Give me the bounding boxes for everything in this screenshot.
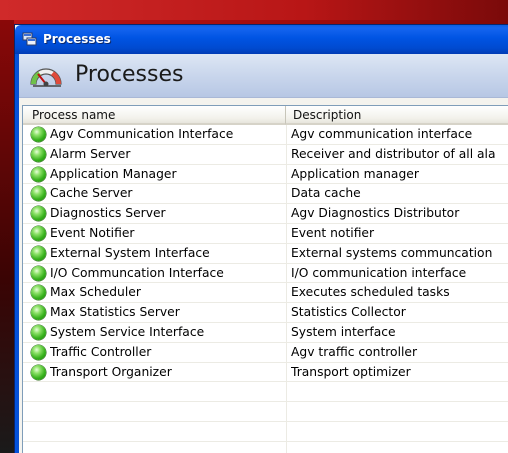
table-row[interactable]: System Service Interface System interfac…: [23, 323, 508, 343]
process-name: Event Notifier: [50, 225, 135, 240]
status-running-icon: [31, 285, 46, 301]
status-running-icon: [31, 146, 46, 162]
status-running-icon: [31, 127, 46, 142]
process-name: Max Statistics Server: [50, 305, 180, 320]
processes-window: Processes Processes Process name Descrip…: [14, 24, 508, 453]
status-running-icon: [31, 324, 46, 340]
process-name: Application Manager: [50, 166, 177, 181]
table-row[interactable]: Max Statistics Server Statistics Collect…: [23, 303, 508, 323]
status-running-icon: [31, 166, 46, 182]
table-row[interactable]: Traffic Controller Agv traffic controlle…: [23, 343, 508, 363]
status-running-icon: [31, 265, 46, 281]
window-title: Processes: [43, 32, 111, 46]
table-row[interactable]: I/O Communcation Interface I/O communica…: [23, 264, 508, 284]
column-header-process-name[interactable]: Process name: [23, 106, 286, 125]
process-name: Alarm Server: [50, 146, 131, 161]
status-running-icon: [31, 225, 46, 241]
window-titlebar[interactable]: Processes: [15, 25, 508, 54]
status-running-icon: [31, 305, 46, 321]
desktop-background: Processes Processes Process name Descrip…: [0, 0, 508, 453]
table-row-empty: [23, 422, 508, 442]
process-description: System interface: [291, 324, 396, 339]
table-row[interactable]: Alarm Server Receiver and distributor of…: [23, 145, 508, 165]
process-name: Traffic Controller: [50, 344, 152, 359]
process-name: I/O Communcation Interface: [50, 265, 224, 280]
header-band: Processes: [19, 54, 508, 98]
process-description: I/O communication interface: [291, 265, 467, 280]
window-frame-left: [15, 54, 19, 453]
process-description: Receiver and distributor of all ala: [291, 146, 496, 161]
process-description: Application manager: [291, 166, 419, 181]
table-row-empty: [23, 402, 508, 422]
process-description: Event notifier: [291, 225, 375, 240]
status-running-icon: [31, 186, 46, 202]
table-row[interactable]: Diagnostics Server Agv Diagnostics Distr…: [23, 204, 508, 224]
table-row[interactable]: Transport Organizer Transport optimizer: [23, 363, 508, 383]
process-rows: Agv Communication Interface Agv communic…: [23, 125, 508, 453]
process-description: Agv traffic controller: [291, 344, 418, 359]
process-description: External systems communcation: [291, 245, 493, 260]
gauge-icon: [29, 62, 63, 88]
window-app-icon[interactable]: [22, 31, 38, 47]
table-row[interactable]: Application Manager Application manager: [23, 165, 508, 185]
process-description: Data cache: [291, 186, 361, 201]
process-description: Transport optimizer: [291, 364, 411, 379]
page-title: Processes: [75, 62, 184, 87]
table-row[interactable]: External System Interface External syste…: [23, 244, 508, 264]
process-name: External System Interface: [50, 245, 210, 260]
table-row[interactable]: Cache Server Data cache: [23, 184, 508, 205]
process-list[interactable]: Process name Description Agv Communicati…: [22, 105, 508, 453]
process-description: Agv communication interface: [291, 127, 473, 141]
table-row[interactable]: Max Scheduler Executes scheduled tasks: [23, 283, 508, 304]
status-running-icon: [31, 206, 46, 222]
process-description: Executes scheduled tasks: [291, 285, 450, 300]
process-name: Cache Server: [50, 186, 133, 201]
status-running-icon: [31, 364, 46, 380]
desktop-top-band: [0, 0, 508, 20]
table-row[interactable]: Event Notifier Event notifier: [23, 224, 508, 244]
process-description: Statistics Collector: [291, 305, 406, 320]
process-name: Agv Communication Interface: [50, 127, 234, 141]
table-row[interactable]: Agv Communication Interface Agv communic…: [23, 125, 508, 145]
process-name: Diagnostics Server: [50, 206, 166, 221]
status-running-icon: [31, 245, 46, 261]
process-name: System Service Interface: [50, 324, 205, 339]
process-description: Agv Diagnostics Distributor: [291, 206, 460, 221]
status-running-icon: [31, 344, 46, 360]
process-name: Max Scheduler: [50, 285, 141, 300]
table-row-empty: [23, 442, 508, 453]
table-row-empty: [23, 382, 508, 403]
desktop-left-edge: [0, 20, 14, 453]
process-name: Transport Organizer: [50, 364, 172, 379]
column-header-description[interactable]: Description: [286, 106, 508, 125]
